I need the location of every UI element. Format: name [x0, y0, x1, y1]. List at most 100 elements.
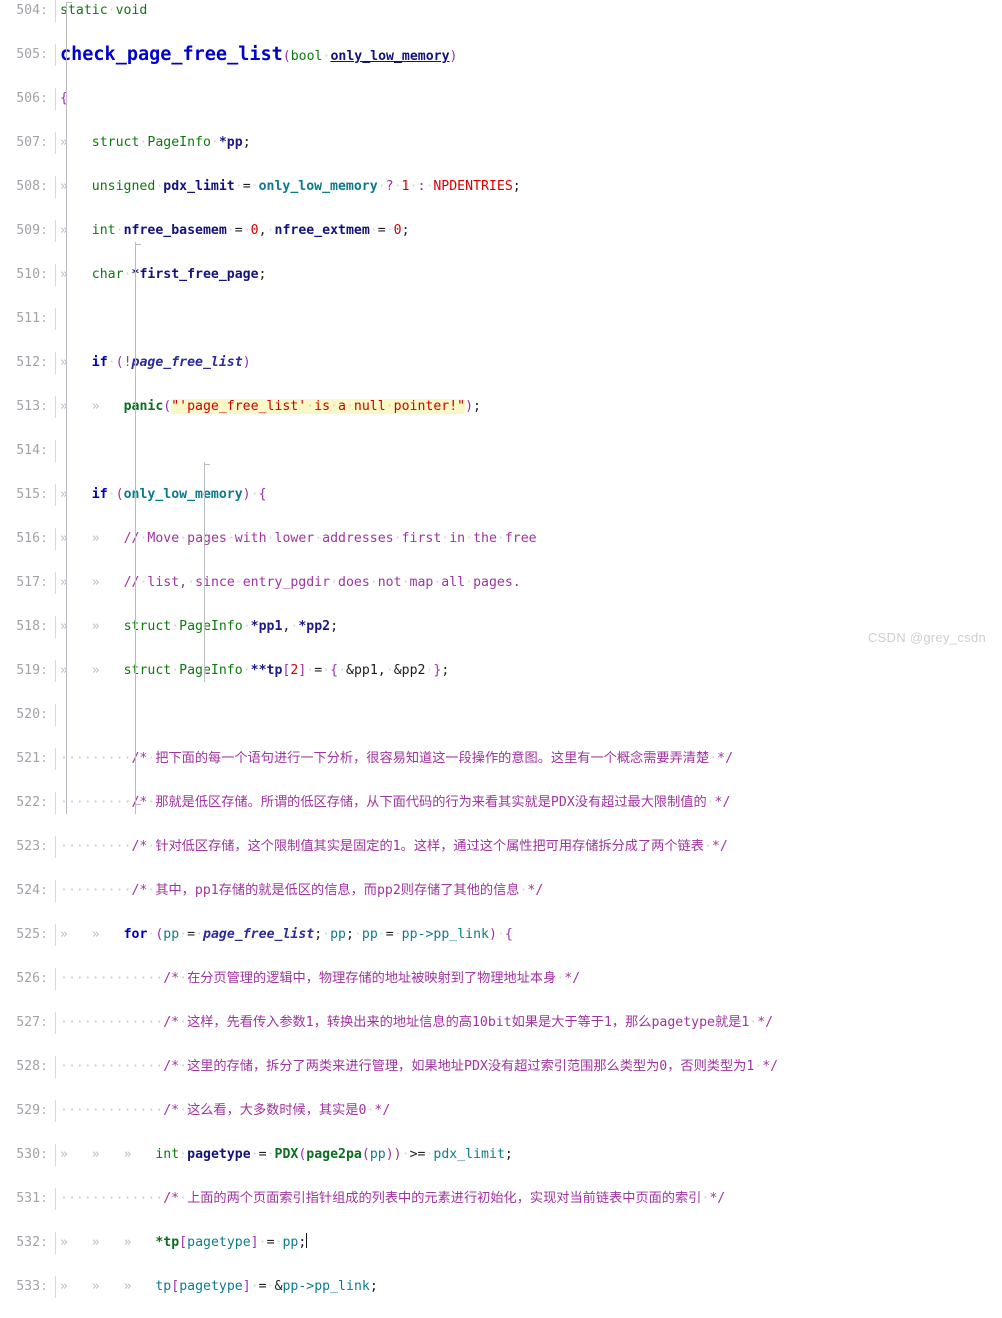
code-line[interactable]: 516: » » //·Move·pages·with·lower·addres…: [0, 528, 1002, 550]
code-line[interactable]: 530: » » » int·pagetype·=·PDX(page2pa(pp…: [0, 1144, 1002, 1166]
gutter-separator: [55, 308, 56, 330]
gutter-separator: [55, 880, 56, 902]
code-line[interactable]: 515: » if·(only_low_memory)·{: [0, 484, 1002, 506]
gutter-separator: [55, 660, 56, 682]
line-content[interactable]: » » //·list,·since·entry_pgdir·does·not·…: [60, 572, 521, 594]
code-line[interactable]: 528: ·············/*·这里的存储，拆分了两类来进行管理，如果…: [0, 1056, 1002, 1078]
fold-bracket-bottom: [135, 804, 141, 805]
line-content[interactable]: » » » tp[pagetype]·=·&pp->pp_link;: [60, 1276, 378, 1298]
line-number: 514:: [16, 443, 48, 458]
line-number: 507:: [16, 135, 48, 150]
comment-text: 其中，pp1存储的就是低区的信息，而pp2则存储了其他的信息: [155, 883, 520, 898]
code-line[interactable]: 508: » unsigned·pdx_limit·=·only_low_mem…: [0, 176, 1002, 198]
code-line[interactable]: 532: » » » *tp[pagetype]·=·pp;: [0, 1232, 1002, 1254]
line-content[interactable]: ·············/*·这样，先看传入参数1，转换出来的地址信息的高10…: [60, 1012, 773, 1034]
line-number: 511:: [16, 311, 48, 326]
code-line[interactable]: 514:: [0, 440, 1002, 462]
code-line[interactable]: 505: check_page_free_list(bool·only_low_…: [0, 44, 1002, 66]
line-content[interactable]: » if·(only_low_memory)·{: [60, 484, 267, 506]
line-number: 519:: [16, 663, 48, 678]
comment-text: 那就是低区存储。所谓的低区存储，从下面代码的行为来看其实就是PDX没有超过最大限…: [155, 795, 707, 810]
code-line[interactable]: 533: » » » tp[pagetype]·=·&pp->pp_link;: [0, 1276, 1002, 1298]
line-content[interactable]: ·············/*·这里的存储，拆分了两类来进行管理，如果地址PDX…: [60, 1056, 778, 1078]
gutter-separator: [55, 440, 56, 462]
gutter-separator: [55, 924, 56, 946]
code-line[interactable]: 504: static·void: [0, 0, 1002, 22]
code-line[interactable]: 513: » » panic("'page_free_list'·is·a·nu…: [0, 396, 1002, 418]
code-line[interactable]: 509: » int·nfree_basemem·=·0,·nfree_extm…: [0, 220, 1002, 242]
line-number: 504:: [16, 3, 48, 18]
code-line[interactable]: 510: » char·*first_free_page;: [0, 264, 1002, 286]
line-number: 505:: [16, 47, 48, 62]
line-number: 515:: [16, 487, 48, 502]
line-number: 510:: [16, 267, 48, 282]
code-line[interactable]: 524: ·········/*·其中，pp1存储的就是低区的信息，而pp2则存…: [0, 880, 1002, 902]
line-content[interactable]: check_page_free_list(bool·only_low_memor…: [60, 44, 457, 66]
gutter-separator: [55, 1276, 56, 1298]
line-content[interactable]: » char·*first_free_page;: [60, 264, 267, 286]
line-content[interactable]: » » for·(pp·=·page_free_list;·pp;·pp·=·p…: [60, 924, 513, 946]
indent-guide: [66, 2, 67, 814]
line-content[interactable]: ·············/*·这么看，大多数时候，其实是0·*/: [60, 1100, 390, 1122]
line-number: 525:: [16, 927, 48, 942]
code-line[interactable]: 512: » if·(!page_free_list): [0, 352, 1002, 374]
watermark: CSDN @grey_csdn: [867, 630, 986, 645]
code-line[interactable]: 529: ·············/*·这么看，大多数时候，其实是0·*/: [0, 1100, 1002, 1122]
gutter-separator: [55, 968, 56, 990]
line-content[interactable]: ·············/*·上面的两个页面索引指针组成的列表中的元素进行初始…: [60, 1188, 725, 1210]
code-line[interactable]: 519: » » struct·PageInfo·**tp[2]·=·{·&pp…: [0, 660, 1002, 682]
gutter-separator: [55, 44, 56, 66]
gutter-separator: [55, 616, 56, 638]
gutter-separator: [55, 1232, 56, 1254]
code-line[interactable]: 506: {: [0, 88, 1002, 110]
line-number: 509:: [16, 223, 48, 238]
line-number: 522:: [16, 795, 48, 810]
gutter-separator: [55, 1144, 56, 1166]
gutter-separator: [55, 0, 56, 22]
line-number: 520:: [16, 707, 48, 722]
line-number: 528:: [16, 1059, 48, 1074]
line-number: 521:: [16, 751, 48, 766]
line-content[interactable]: » » struct·PageInfo·*pp1,·*pp2;: [60, 616, 338, 638]
line-number: 529:: [16, 1103, 48, 1118]
code-lines[interactable]: 504: static·void 505: check_page_free_li…: [0, 0, 1002, 1298]
code-line[interactable]: 531: ·············/*·上面的两个页面索引指针组成的列表中的元…: [0, 1188, 1002, 1210]
code-line[interactable]: 521: ·········/*·把下面的每一个语句进行一下分析，很容易知道这一…: [0, 748, 1002, 770]
gutter-separator: [55, 704, 56, 726]
code-line[interactable]: 507: » struct·PageInfo·*pp;: [0, 132, 1002, 154]
line-content[interactable]: ·········/*·其中，pp1存储的就是低区的信息，而pp2则存储了其他的…: [60, 880, 543, 902]
line-content[interactable]: » if·(!page_free_list): [60, 352, 251, 374]
line-content[interactable]: » unsigned·pdx_limit·=·only_low_memory·?…: [60, 176, 521, 198]
line-content[interactable]: » » » int·pagetype·=·PDX(page2pa(pp))·>=…: [60, 1144, 513, 1166]
comment-text: 这么看，大多数时候，其实是0: [187, 1103, 367, 1118]
line-content[interactable]: » » //·Move·pages·with·lower·addresses·f…: [60, 528, 537, 550]
comment-text: 把下面的每一个语句进行一下分析，很容易知道这一段操作的意图。这里有一个概念需要弄…: [155, 751, 710, 766]
line-content[interactable]: ·········/*·针对低区存储，这个限制值其实是固定的1。这样，通过这个属…: [60, 836, 728, 858]
line-content[interactable]: » struct·PageInfo·*pp;: [60, 132, 251, 154]
code-line[interactable]: 526: ·············/*·在分页管理的逻辑中，物理存储的地址被映…: [0, 968, 1002, 990]
line-content[interactable]: static·void: [60, 0, 147, 22]
code-editor[interactable]: 504: static·void 505: check_page_free_li…: [0, 0, 1002, 1298]
line-content[interactable]: » » struct·PageInfo·**tp[2]·=·{·&pp1,·&p…: [60, 660, 449, 682]
line-content[interactable]: » » » *tp[pagetype]·=·pp;: [60, 1232, 308, 1254]
code-line[interactable]: 520:: [0, 704, 1002, 726]
line-content[interactable]: » int·nfree_basemem·=·0,·nfree_extmem·=·…: [60, 220, 410, 242]
line-content[interactable]: ·········/*·那就是低区存储。所谓的低区存储，从下面代码的行为来看其实…: [60, 792, 730, 814]
line-number: 518:: [16, 619, 48, 634]
line-number: 526:: [16, 971, 48, 986]
code-line[interactable]: 527: ·············/*·这样，先看传入参数1，转换出来的地址信…: [0, 1012, 1002, 1034]
code-line[interactable]: 511:: [0, 308, 1002, 330]
line-content[interactable]: ·············/*·在分页管理的逻辑中，物理存储的地址被映射到了物理…: [60, 968, 580, 990]
line-content[interactable]: » » panic("'page_free_list'·is·a·null·po…: [60, 396, 481, 418]
comment-text: 在分页管理的逻辑中，物理存储的地址被映射到了物理地址本身: [187, 971, 557, 986]
code-line[interactable]: 522: ·········/*·那就是低区存储。所谓的低区存储，从下面代码的行…: [0, 792, 1002, 814]
gutter-separator: [55, 1012, 56, 1034]
code-line[interactable]: 517: » » //·list,·since·entry_pgdir·does…: [0, 572, 1002, 594]
fold-bracket-bottom: [204, 672, 210, 673]
code-line[interactable]: 523: ·········/*·针对低区存储，这个限制值其实是固定的1。这样，…: [0, 836, 1002, 858]
line-content[interactable]: ·········/*·把下面的每一个语句进行一下分析，很容易知道这一段操作的意…: [60, 748, 733, 770]
code-line[interactable]: 525: » » for·(pp·=·page_free_list;·pp;·p…: [0, 924, 1002, 946]
code-line[interactable]: 518: » » struct·PageInfo·*pp1,·*pp2;: [0, 616, 1002, 638]
line-number: 532:: [16, 1235, 48, 1250]
gutter-separator: [55, 748, 56, 770]
